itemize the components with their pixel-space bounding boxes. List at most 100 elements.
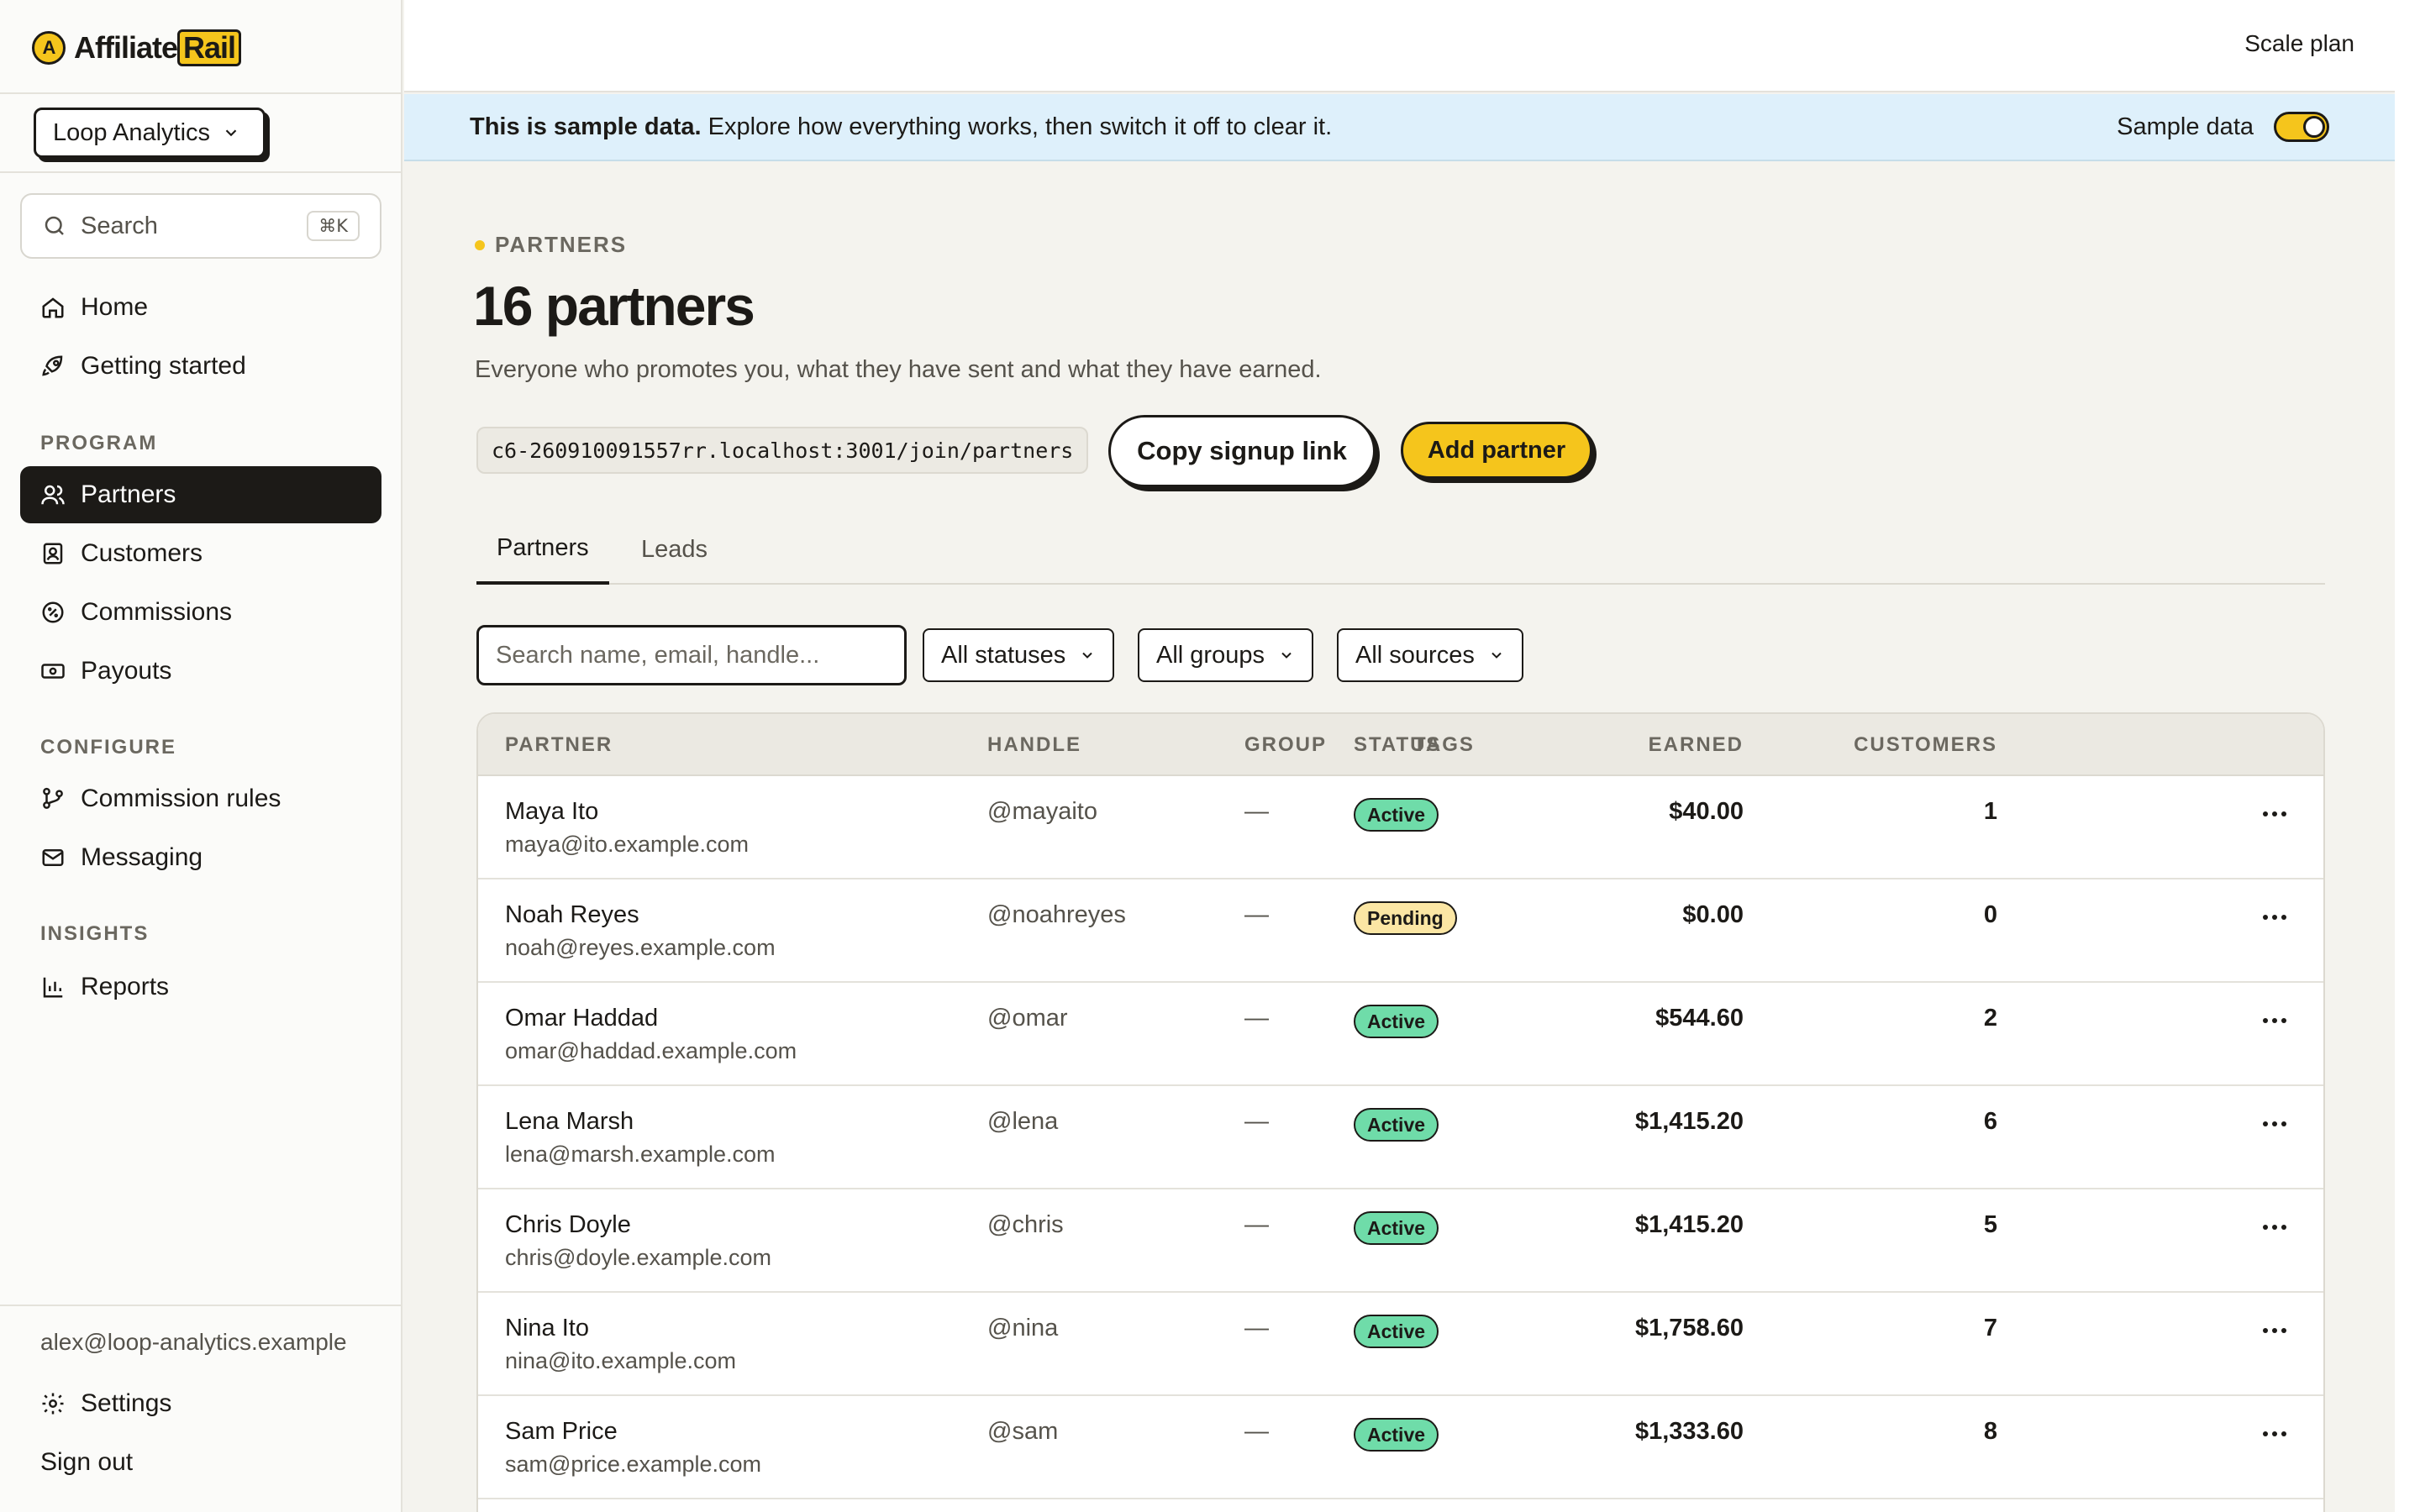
search-icon [45, 216, 64, 235]
partner-group: — [1244, 901, 1269, 928]
page-subtitle: Everyone who promotes you, what they hav… [475, 356, 1322, 383]
table-row[interactable]: Sam Price sam@price.example.com @sam — $… [478, 1396, 2323, 1499]
signup-link-field[interactable]: c6-260910091557rr.localhost:3001/join/pa… [476, 427, 1089, 474]
sidebar-item-commission-rules[interactable]: Commission rules [20, 770, 381, 827]
row-more-icon[interactable] [2258, 905, 2291, 930]
add-partner-button[interactable]: Add partner [1401, 422, 1592, 479]
partner-search-input[interactable] [476, 625, 907, 685]
status-badge: Active [1354, 1211, 1439, 1245]
column-header-group[interactable]: GROUP [1244, 714, 1327, 776]
sidebar-item-reports[interactable]: Reports [20, 958, 381, 1016]
partner-name[interactable]: Omar Haddad [505, 1005, 658, 1032]
rocket-icon [42, 355, 63, 376]
page-title: 16 partners [473, 275, 755, 337]
status-badge: Active [1354, 798, 1439, 832]
table-row[interactable]: Nina Ito nina@ito.example.com @nina — $1… [478, 1293, 2323, 1396]
sidebar-item-payouts[interactable]: Payouts [20, 643, 381, 700]
partner-handle: @mayaito [987, 798, 1097, 825]
sidebar-item-label: Settings [81, 1389, 172, 1417]
partner-customers: 0 [1983, 901, 1997, 928]
user-email: alex@loop-analytics.example [40, 1329, 347, 1355]
search-shortcut: ⌘K [307, 211, 360, 241]
copy-signup-link-button[interactable]: Copy signup link [1108, 415, 1376, 487]
bar-chart-icon [43, 977, 63, 998]
partner-handle: @omar [987, 1005, 1068, 1032]
partner-customers: 5 [1983, 1211, 1997, 1238]
partner-email: omar@haddad.example.com [505, 1038, 797, 1063]
sample-data-label: Sample data [2117, 113, 2254, 140]
partner-email: chris@doyle.example.com [505, 1245, 772, 1270]
column-header-partner[interactable]: PARTNER [505, 714, 613, 776]
sidebar-divider [0, 171, 401, 173]
group-filter-select[interactable]: All groups [1138, 628, 1313, 682]
table-row[interactable]: Noah Reyes noah@reyes.example.com @noahr… [478, 879, 2323, 983]
partner-customers: 6 [1983, 1108, 1997, 1135]
partner-earned: $0.00 [1682, 901, 1744, 928]
logo-mark-icon: A [32, 31, 66, 65]
toggle-knob [2303, 116, 2325, 138]
app-logo[interactable]: A Affiliate Rail [32, 29, 242, 67]
row-more-icon[interactable] [2258, 1421, 2291, 1446]
status-filter-select[interactable]: All statuses [923, 628, 1115, 682]
partner-name[interactable]: Lena Marsh [505, 1108, 634, 1136]
row-more-icon[interactable] [2258, 1318, 2291, 1343]
sidebar-search[interactable]: Search ⌘K [20, 193, 381, 259]
logo-text: Affiliate [74, 30, 178, 65]
banner-bold-text: This is sample data. [470, 113, 702, 140]
row-more-icon[interactable] [2258, 1008, 2291, 1033]
sample-data-toggle[interactable] [2274, 112, 2329, 142]
row-more-icon[interactable] [2258, 1111, 2291, 1137]
column-header-handle[interactable]: HANDLE [987, 714, 1081, 776]
mail-icon [42, 849, 64, 866]
sidebar-divider [0, 1305, 401, 1306]
sidebar-item-home[interactable]: Home [20, 279, 381, 336]
sidebar-item-partners[interactable]: Partners [20, 466, 381, 523]
table-row[interactable]: Omar Haddad omar@haddad.example.com @oma… [478, 983, 2323, 1086]
partner-name[interactable]: Maya Ito [505, 798, 598, 826]
sidebar-item-customers[interactable]: Customers [20, 525, 381, 582]
section-label-insights: INSIGHTS [40, 922, 150, 945]
partner-handle: @chris [987, 1211, 1064, 1238]
section-label-program: PROGRAM [40, 432, 158, 454]
sidebar-item-commissions[interactable]: Commissions [20, 584, 381, 641]
partner-handle: @sam [987, 1418, 1059, 1445]
sidebar-item-label: Customers [81, 539, 203, 567]
sidebar-item-label: Commission rules [81, 785, 281, 812]
column-header-customers[interactable]: CUSTOMERS [1854, 714, 1997, 776]
partner-handle: @nina [987, 1315, 1059, 1341]
sidebar-item-getting-started[interactable]: Getting started [20, 338, 381, 395]
partner-name[interactable]: Nina Ito [505, 1315, 589, 1342]
sidebar-item-messaging[interactable]: Messaging [20, 829, 381, 886]
sidebar-item-label: Payouts [81, 657, 172, 685]
partner-name[interactable]: Noah Reyes [505, 901, 639, 929]
row-more-icon[interactable] [2258, 801, 2291, 827]
tab-partners[interactable]: Partners [476, 514, 609, 585]
partner-customers: 2 [1983, 1005, 1997, 1032]
sign-out-link[interactable]: Sign out [20, 1434, 381, 1491]
table-row[interactable]: Maya Ito maya@ito.example.com @mayaito —… [478, 776, 2323, 879]
tab-leads[interactable]: Leads [641, 514, 708, 585]
source-filter-select[interactable]: All sources [1337, 628, 1523, 682]
percent-badge-icon [42, 601, 64, 623]
row-more-icon[interactable] [2258, 1215, 2291, 1240]
partner-name[interactable]: Sam Price [505, 1418, 618, 1446]
sidebar-item-label: Commissions [81, 598, 233, 626]
section-label-configure: CONFIGURE [40, 736, 176, 759]
gear-icon [42, 1393, 64, 1415]
partner-email: lena@marsh.example.com [505, 1142, 776, 1167]
table-row[interactable]: Lena Marsh lena@marsh.example.com @lena … [478, 1086, 2323, 1189]
sample-data-banner: This is sample data. Explore how everyth… [404, 94, 2395, 161]
partner-group: — [1244, 1418, 1269, 1445]
sidebar-item-label: Reports [81, 973, 170, 1000]
sidebar-item-label: Home [81, 293, 149, 321]
partner-earned: $1,415.20 [1634, 1108, 1744, 1135]
partner-customers: 1 [1983, 798, 1997, 825]
column-header-earned[interactable]: EARNED [1649, 714, 1744, 776]
partner-group: — [1244, 1315, 1269, 1341]
column-header-status[interactable]: STATUS [1354, 714, 1441, 776]
plan-link[interactable]: Scale plan [2244, 30, 2354, 57]
sidebar-item-settings[interactable]: Settings [20, 1375, 381, 1432]
table-row[interactable]: Chris Doyle chris@doyle.example.com @chr… [478, 1189, 2323, 1293]
org-switcher[interactable]: Loop Analytics [34, 108, 266, 158]
partner-name[interactable]: Chris Doyle [505, 1211, 631, 1239]
